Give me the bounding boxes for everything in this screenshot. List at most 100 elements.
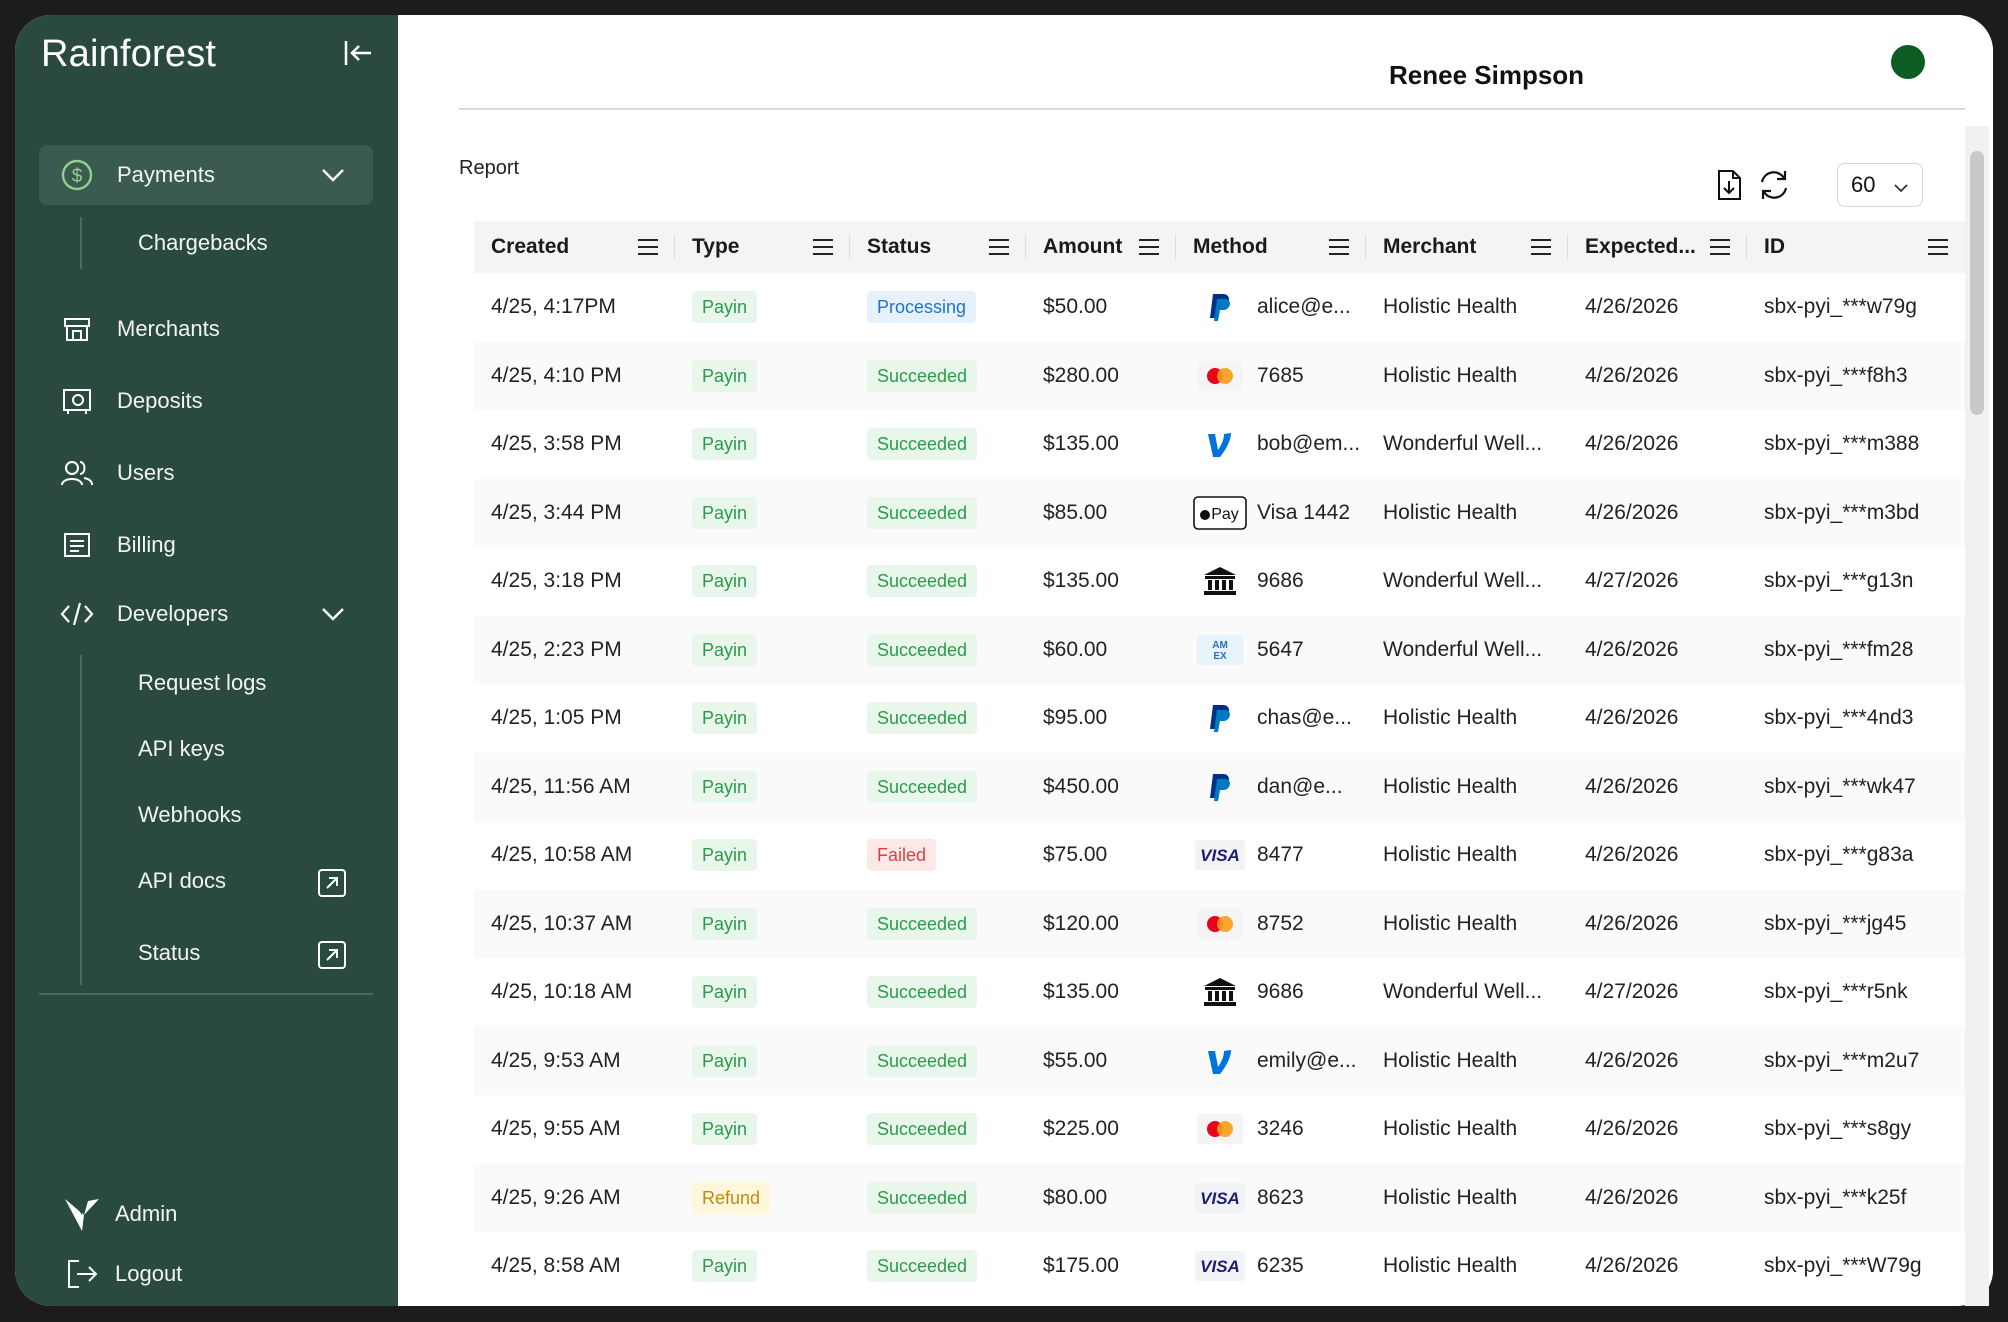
table-row[interactable]: 4/25, 10:37 AM Payin Succeeded $120.00 8752 H…: [474, 889, 1965, 958]
column-menu-icon[interactable]: [988, 237, 1010, 257]
cell-status: Succeeded: [850, 478, 1026, 547]
table-row[interactable]: 4/25, 1:05 PM Payin Succeeded $95.00 chas@e.…: [474, 684, 1965, 753]
payment-method-label: bob@em...: [1257, 432, 1361, 456]
table-row[interactable]: 4/25, 9:26 AM Refund Succeeded $80.00 VISA 86…: [474, 1163, 1965, 1232]
sidebar-item-webhooks[interactable]: Webhooks: [138, 797, 242, 833]
column-menu-icon[interactable]: [637, 237, 659, 257]
column-menu-icon[interactable]: [1328, 237, 1350, 257]
type-badge: Refund: [692, 1181, 771, 1214]
column-header[interactable]: Method: [1176, 221, 1366, 273]
table-row[interactable]: 4/25, 4:17PM Payin Processing $50.00 alice@e…: [474, 273, 1965, 342]
cell-status: Succeeded: [850, 341, 1026, 410]
cell-type: Payin: [675, 547, 850, 616]
column-menu-icon[interactable]: [812, 237, 834, 257]
scrollbar-thumb[interactable]: [1970, 151, 1984, 415]
sidebar-item-api-keys[interactable]: API keys: [138, 731, 225, 767]
table-row[interactable]: 4/25, 3:18 PM Payin Succeeded $135.00 9686 Wo…: [474, 547, 1965, 616]
user-name[interactable]: Renee Simpson: [1389, 60, 1584, 91]
avatar[interactable]: [1891, 45, 1925, 79]
column-menu-icon[interactable]: [1927, 237, 1949, 257]
cell-merchant: Holistic Health: [1366, 341, 1568, 410]
cell-status: Succeeded: [850, 1163, 1026, 1232]
column-header[interactable]: Amount: [1026, 221, 1176, 273]
payment-method-label: 6235: [1257, 1254, 1304, 1278]
cell-created: 4/25, 3:18 PM: [491, 569, 622, 593]
payment-method-label: 8477: [1257, 843, 1304, 867]
status-badge: Succeeded: [867, 1181, 978, 1214]
table-row[interactable]: 4/25, 9:53 AM Payin Succeeded $55.00 emily@e…: [474, 1026, 1965, 1095]
column-menu-icon[interactable]: [1709, 237, 1731, 257]
sidebar-item-chargebacks[interactable]: Chargebacks: [138, 225, 268, 261]
cell-status: Failed: [850, 821, 1026, 890]
chevron-down-icon[interactable]: [319, 161, 347, 189]
cell-merchant: Wonderful Well...: [1366, 615, 1568, 684]
table-row[interactable]: 4/25, 10:18 AM Payin Succeeded $135.00 9686 W…: [474, 958, 1965, 1027]
type-badge: Payin: [692, 839, 758, 872]
table-row[interactable]: 4/25, 10:58 AM Payin Failed $75.00 VISA 8477 H…: [474, 821, 1965, 890]
column-header-label: Method: [1193, 235, 1268, 258]
column-header[interactable]: Status: [850, 221, 1026, 273]
visa-icon: VISA: [1193, 1249, 1247, 1283]
cell-expected: 4/26/2026: [1568, 889, 1747, 958]
code-icon: [57, 594, 97, 634]
cell-merchant: Holistic Health: [1366, 889, 1568, 958]
page-size-select[interactable]: 60: [1837, 163, 1923, 207]
sidebar-item-status[interactable]: Status: [138, 935, 200, 971]
table-row[interactable]: 4/25, 9:55 AM Payin Succeeded $225.00 3246 Ho…: [474, 1095, 1965, 1164]
refresh-icon[interactable]: [1757, 168, 1791, 202]
column-header[interactable]: ID: [1747, 221, 1965, 273]
table-row[interactable]: 4/25, 4:10 PM Payin Succeeded $280.00 7685 Ho…: [474, 341, 1965, 410]
column-header-label: Type: [692, 235, 740, 258]
sidebar: Rainforest $ Payments Chargebacks Mercha…: [15, 15, 398, 1306]
column-header[interactable]: Merchant: [1366, 221, 1568, 273]
table-row[interactable]: 4/25, 3:58 PM Payin Succeeded $135.00 bob@em…: [474, 410, 1965, 479]
column-header[interactable]: Type: [675, 221, 850, 273]
cell-expected: 4/26/2026: [1568, 615, 1747, 684]
sidebar-item-payments[interactable]: $ Payments: [39, 145, 373, 205]
payment-method: 9686: [1193, 975, 1366, 1009]
sidebar-item-users[interactable]: Users: [39, 443, 373, 503]
type-badge: Payin: [692, 633, 758, 666]
cell-id: sbx-pyi_***jg45: [1747, 889, 1965, 958]
cell-type: Payin: [675, 410, 850, 479]
table-row[interactable]: 4/25, 11:56 AM Payin Succeeded $450.00 dan@e…: [474, 752, 1965, 821]
sidebar-item-developers[interactable]: Developers: [39, 584, 373, 644]
cell-method: VISA 8477: [1176, 821, 1366, 890]
cell-type: Payin: [675, 615, 850, 684]
payment-method-label: alice@e...: [1257, 295, 1351, 319]
table-row[interactable]: 4/25, 8:58 AM Payin Succeeded $175.00 VISA 62…: [474, 1232, 1965, 1301]
sidebar-item-billing[interactable]: Billing: [39, 515, 373, 575]
sidebar-item-deposits[interactable]: Deposits: [39, 371, 373, 431]
table-row[interactable]: 4/25, 2:23 PM Payin Succeeded $60.00 AM EX 564…: [474, 615, 1965, 684]
cell-expected: 4/26/2026: [1585, 843, 1679, 867]
external-link-icon[interactable]: [317, 940, 347, 970]
table-row[interactable]: 4/25, 3:44 PM Payin Succeeded $85.00 Pay Visa…: [474, 478, 1965, 547]
column-header[interactable]: Expected...: [1568, 221, 1747, 273]
column-menu-icon[interactable]: [1530, 237, 1552, 257]
sidebar-item-label: Deposits: [117, 388, 203, 413]
sidebar-item-logout[interactable]: Logout: [63, 1255, 182, 1293]
column-menu-icon[interactable]: [1138, 237, 1160, 257]
external-link-icon[interactable]: [317, 868, 347, 898]
cell-id: sbx-pyi_***m2u7: [1747, 1026, 1965, 1095]
column-header[interactable]: Created: [474, 221, 675, 273]
page-size-value: 60: [1851, 172, 1876, 197]
logout-icon: [63, 1255, 101, 1293]
mastercard-icon: [1193, 359, 1247, 393]
sidebar-item-label: Users: [117, 460, 175, 485]
sidebar-item-merchants[interactable]: Merchants: [39, 299, 373, 359]
cell-status: Succeeded: [850, 889, 1026, 958]
column-header-label: Merchant: [1383, 235, 1477, 258]
cell-amount: $175.00: [1043, 1254, 1119, 1278]
status-badge: Succeeded: [867, 633, 978, 666]
collapse-sidebar-icon[interactable]: [337, 33, 377, 73]
chevron-down-icon[interactable]: [319, 600, 347, 628]
sidebar-item-admin[interactable]: Admin: [63, 1195, 177, 1233]
sidebar-item-api-docs[interactable]: API docs: [138, 863, 226, 899]
type-badge: Payin: [692, 1044, 758, 1077]
cell-created: 4/25, 9:55 AM: [491, 1117, 621, 1141]
status-badge: Succeeded: [867, 428, 978, 461]
store-icon: [57, 309, 97, 349]
download-icon[interactable]: [1712, 168, 1746, 202]
sidebar-item-request-logs[interactable]: Request logs: [138, 665, 266, 701]
